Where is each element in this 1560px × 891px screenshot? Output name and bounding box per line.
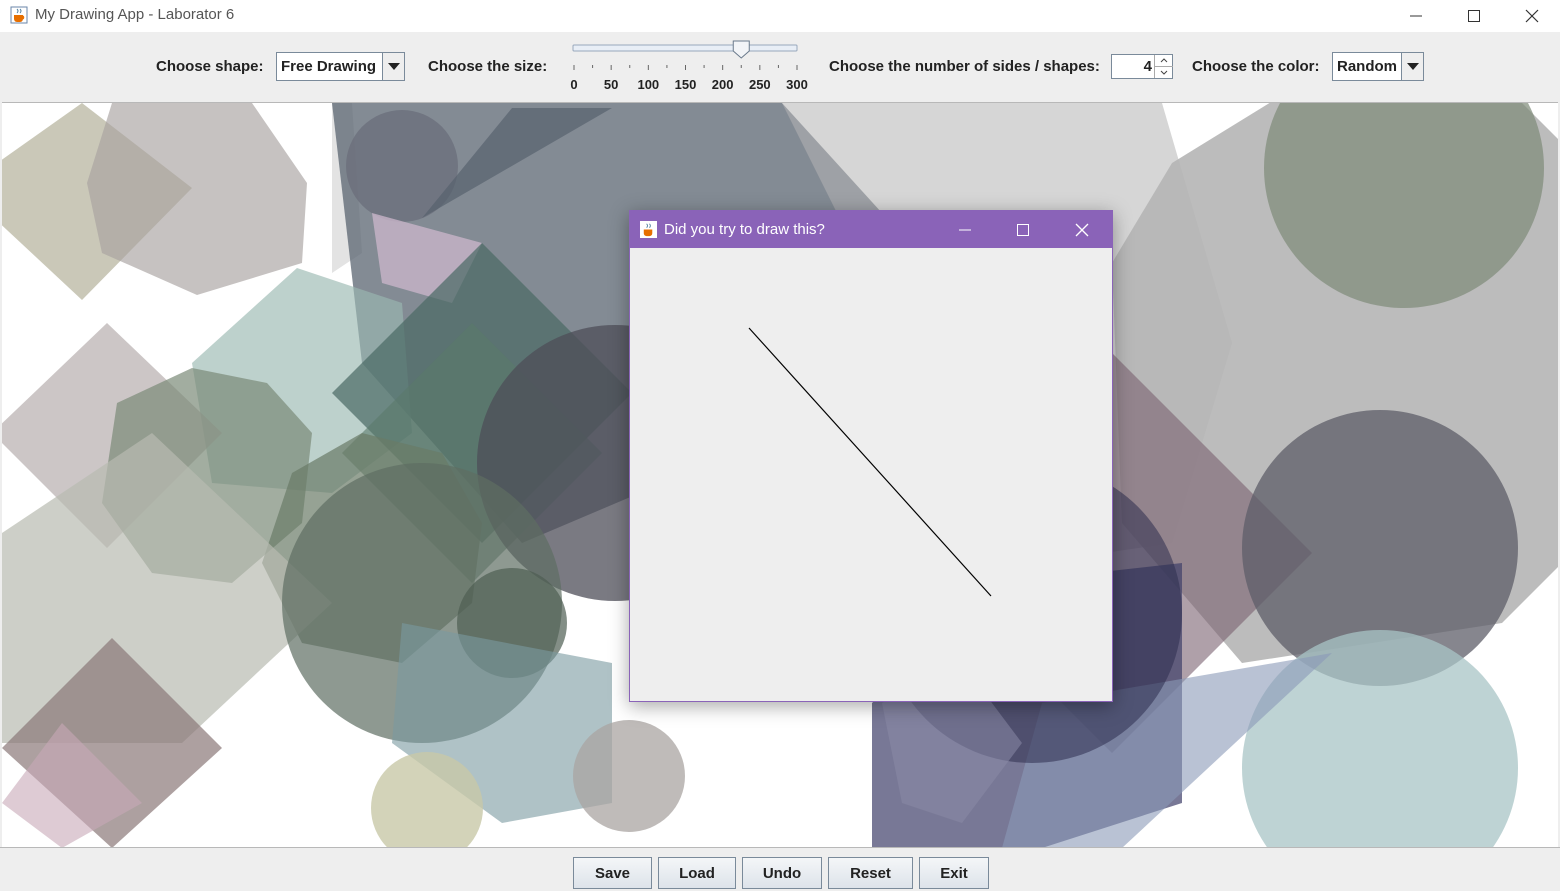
load-button[interactable]: Load [658, 857, 736, 889]
close-icon [1075, 223, 1089, 236]
dialog-minimize-button[interactable] [936, 211, 994, 248]
minimize-icon [1410, 15, 1422, 17]
java-cup-icon [10, 6, 28, 24]
save-button[interactable]: Save [573, 857, 652, 889]
dialog-title: Did you try to draw this? [664, 221, 825, 238]
slider-tick-label: 150 [674, 77, 697, 92]
minimize-icon [959, 229, 971, 230]
slider-tick-label: 300 [786, 77, 808, 92]
sides-label: Choose the number of sides / shapes: [829, 58, 1100, 75]
dialog-canvas [630, 248, 1112, 701]
shape-combobox[interactable]: Free Drawing [276, 52, 405, 81]
size-label: Choose the size: [428, 58, 548, 75]
slider-tick-label: 200 [711, 77, 734, 92]
slider-tick-label: 50 [603, 77, 619, 92]
shape-label: Choose shape: [156, 58, 264, 75]
title-bar: My Drawing App - Laborator 6 [0, 0, 1560, 32]
dialog-title-bar[interactable]: Did you try to draw this? [630, 211, 1112, 248]
undo-button[interactable]: Undo [742, 857, 822, 889]
spinner-up-icon [1160, 58, 1168, 63]
maximize-icon [1017, 223, 1029, 236]
sides-value: 4 [1143, 58, 1152, 75]
slider-thumb [732, 40, 750, 59]
java-cup-icon [640, 221, 657, 238]
color-combobox[interactable]: Random [1332, 52, 1424, 81]
color-value: Random [1337, 58, 1397, 75]
dialog-close-button[interactable] [1053, 211, 1111, 248]
main-window: My Drawing App - Laborator 6 Choose shap… [0, 0, 1560, 891]
window-title: My Drawing App - Laborator 6 [35, 6, 235, 23]
exit-button[interactable]: Exit [919, 857, 989, 889]
shape-value: Free Drawing [281, 58, 377, 75]
close-button[interactable] [1503, 0, 1560, 32]
dialog-maximize-button[interactable] [994, 211, 1052, 248]
preview-dialog[interactable]: Did you try to draw this? [629, 210, 1113, 702]
triangle-down-icon[interactable] [1401, 53, 1423, 80]
spinner-down-icon [1160, 70, 1168, 75]
spinner-buttons[interactable] [1154, 55, 1173, 78]
triangle-down-icon[interactable] [382, 53, 404, 80]
slider-tick-label: 100 [637, 77, 660, 92]
sides-spinner[interactable]: 4 [1111, 54, 1173, 79]
maximize-icon [1468, 10, 1480, 22]
slider-tick-label: 0 [570, 77, 578, 92]
minimize-button[interactable] [1387, 0, 1445, 32]
close-icon [1525, 9, 1539, 23]
reset-button[interactable]: Reset [828, 857, 913, 889]
drawn-line-preview [748, 327, 992, 597]
maximize-button[interactable] [1445, 0, 1503, 32]
slider-tick-label: 250 [748, 77, 771, 92]
color-label: Choose the color: [1192, 58, 1320, 75]
